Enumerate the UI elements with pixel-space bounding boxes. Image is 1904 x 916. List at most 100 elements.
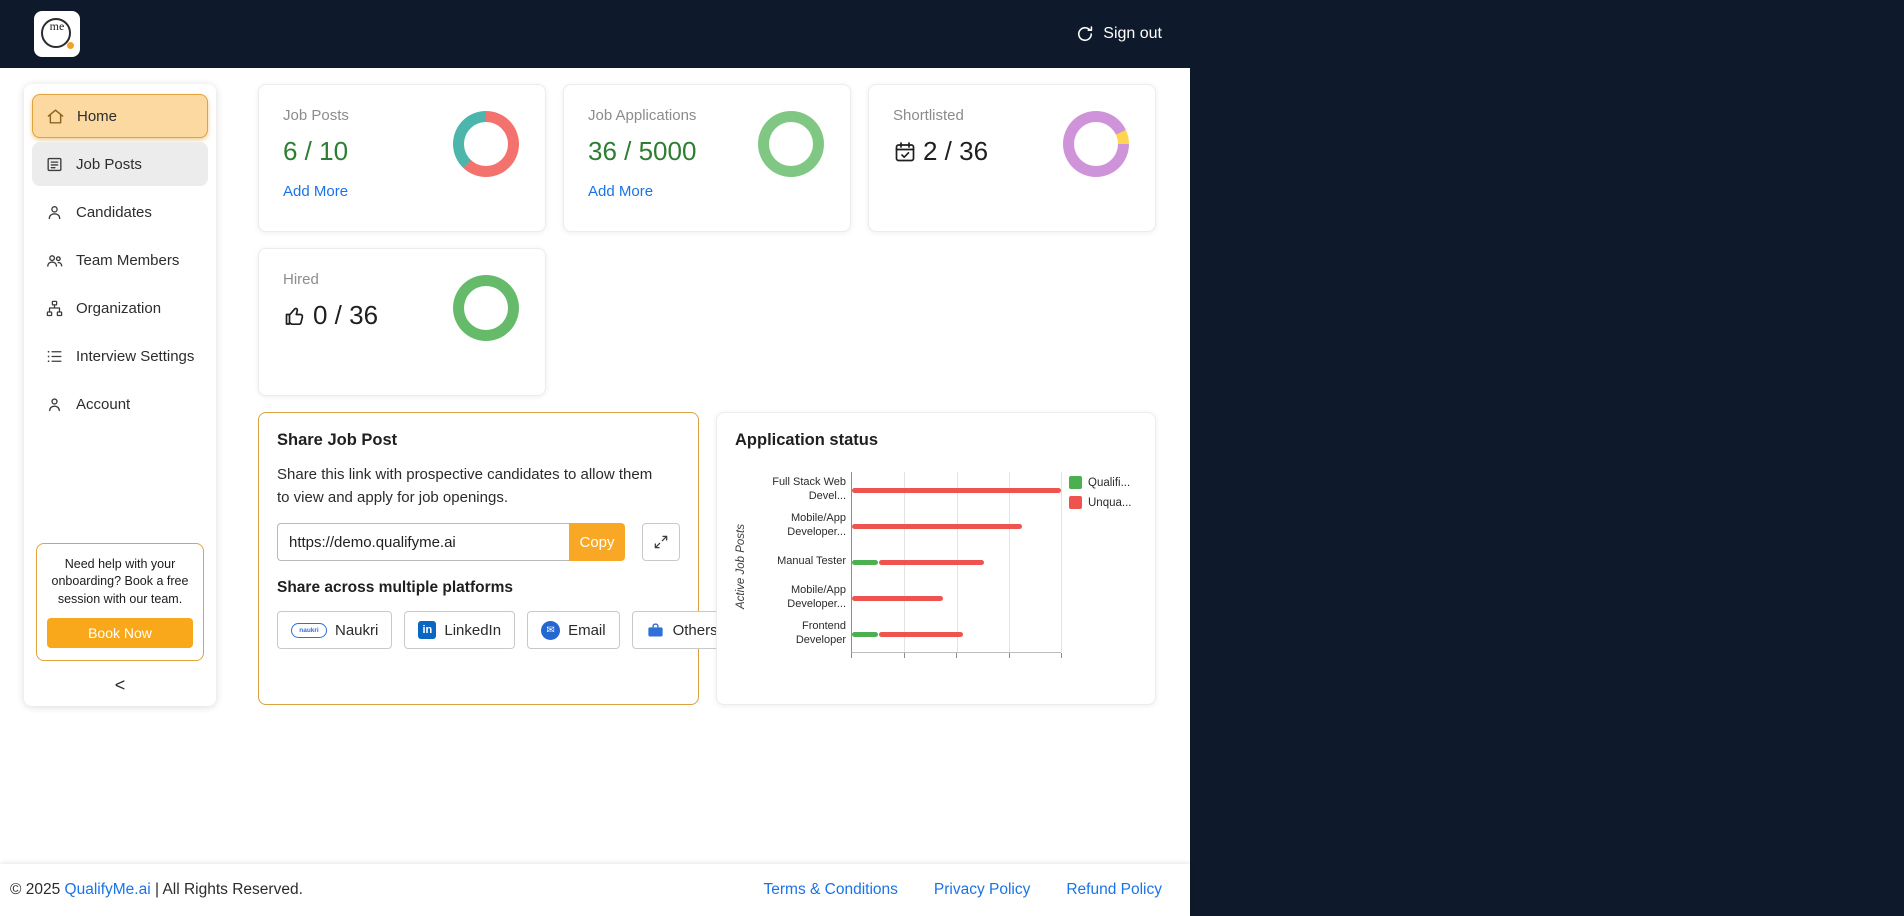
- content-area: Home Job Posts Candidates Team Members O…: [0, 68, 1190, 864]
- chart-category-label: Frontend Developer: [795, 620, 846, 646]
- shortlisted-donut-chart: [1063, 111, 1129, 177]
- stat-value-text: 2 / 36: [923, 136, 989, 166]
- app-window: me Sign out Home Job Posts Candidates Te…: [0, 0, 1190, 916]
- onboarding-help-box: Need help with your onboarding? Book a f…: [36, 542, 204, 661]
- people-icon: [44, 250, 64, 270]
- terms-link[interactable]: Terms & Conditions: [764, 881, 898, 899]
- platforms-heading: Share across multiple platforms: [277, 579, 514, 596]
- logout-icon: [1075, 24, 1095, 44]
- sidebar-collapse-button[interactable]: <: [24, 675, 216, 696]
- share-job-post-card: Share Job Post Share this link with pros…: [258, 412, 732, 705]
- chart-bar-row: [852, 616, 1061, 652]
- platform-label: Naukri: [335, 621, 379, 639]
- sidebar-item-account[interactable]: Account: [32, 382, 208, 426]
- chart-x-axis-ticks: [851, 653, 1062, 661]
- share-url-input[interactable]: [277, 523, 569, 561]
- chart-gridline: [1061, 472, 1062, 652]
- stats-row-2: Hired 0 / 36: [258, 248, 1156, 396]
- legend-swatch-icon: [1069, 476, 1082, 489]
- chart-bar-segment: [852, 559, 879, 565]
- main-panel: Job Posts 6 / 10 Add More Job Applicatio…: [258, 84, 1156, 705]
- user-icon: [44, 394, 64, 414]
- sidebar-item-label: Interview Settings: [76, 347, 195, 365]
- chart-bar-row: [852, 508, 1061, 544]
- home-icon: [45, 106, 65, 126]
- chart-bar-segment: [879, 559, 984, 565]
- calendar-check-icon: [893, 140, 917, 164]
- chart-tick: [1008, 653, 1010, 658]
- logo-dot-icon: [67, 42, 74, 49]
- chart-category-label: Mobile/App Developer...: [787, 584, 846, 610]
- chart-bar-row: [852, 580, 1061, 616]
- copyright-prefix: © 2025: [10, 881, 65, 898]
- naukri-icon: naukri: [291, 622, 327, 638]
- list-icon: [44, 346, 64, 366]
- sidebar-item-label: Candidates: [76, 203, 152, 221]
- footer: © 2025 QualifyMe.ai | All Rights Reserve…: [0, 864, 1190, 916]
- sidebar-item-organization[interactable]: Organization: [32, 286, 208, 330]
- sidebar-item-label: Organization: [76, 299, 162, 317]
- platform-label: Email: [568, 621, 606, 639]
- linkedin-icon: in: [418, 621, 437, 639]
- chart-bar-row: [852, 472, 1061, 508]
- refund-link[interactable]: Refund Policy: [1066, 881, 1162, 899]
- copy-button[interactable]: Copy: [569, 523, 625, 561]
- sidebar-item-interview-settings[interactable]: Interview Settings: [32, 334, 208, 378]
- sidebar-item-team-members[interactable]: Team Members: [32, 238, 208, 282]
- chart-category-label: Mobile/App Developer...: [787, 512, 846, 538]
- chart-bar-segment: [852, 595, 944, 601]
- briefcase-icon: [646, 621, 665, 640]
- stat-card-hired: Hired 0 / 36: [258, 248, 546, 396]
- top-navbar: me Sign out: [0, 0, 1190, 68]
- share-link-row: Copy: [277, 523, 680, 561]
- chart-bar-segment: [879, 631, 963, 637]
- brand-link[interactable]: QualifyMe.ai: [65, 881, 151, 898]
- legend-label: Unqua...: [1088, 496, 1132, 509]
- share-linkedin-button[interactable]: in LinkedIn: [404, 611, 516, 649]
- legend-item: Unqua...: [1069, 496, 1141, 509]
- chart-bar-segment: [852, 631, 879, 637]
- legend-swatch-icon: [1069, 496, 1082, 509]
- privacy-link[interactable]: Privacy Policy: [934, 881, 1030, 899]
- book-now-button[interactable]: Book Now: [47, 618, 193, 648]
- sidebar-item-home[interactable]: Home: [32, 94, 208, 138]
- platform-label: LinkedIn: [444, 621, 502, 639]
- stat-value-text: 0 / 36: [313, 300, 379, 330]
- sidebar-item-label: Account: [76, 395, 131, 413]
- share-email-button[interactable]: ✉ Email: [527, 611, 620, 649]
- sitemap-icon: [44, 298, 64, 318]
- chart-category-label: Full Stack Web Devel...: [772, 476, 846, 502]
- sign-out-button[interactable]: Sign out: [1075, 24, 1162, 44]
- platform-label: Others: [672, 621, 718, 639]
- application-status-card: Application status Active Job Posts Full…: [716, 412, 1156, 705]
- chart-tick: [956, 653, 957, 658]
- sidebar-item-candidates[interactable]: Candidates: [32, 190, 208, 234]
- legend-item: Qualifi...: [1069, 476, 1141, 489]
- footer-links: Terms & Conditions Privacy Policy Refund…: [764, 881, 1163, 899]
- platform-buttons-row: naukri Naukri in LinkedIn ✉ Email Others: [277, 611, 732, 649]
- sidebar-item-job-posts[interactable]: Job Posts: [32, 142, 208, 186]
- chart-bar-row: [852, 544, 1061, 580]
- application-status-chart: Active Job Posts Full Stack Web Devel...…: [735, 472, 1141, 661]
- bottom-row: Share Job Post Share this link with pros…: [258, 412, 1156, 705]
- chart-bar-segment: [852, 523, 1022, 529]
- legend-label: Qualifi...: [1088, 476, 1131, 489]
- stat-card-job-posts: Job Posts 6 / 10 Add More: [258, 84, 546, 232]
- hired-donut-chart: [453, 275, 519, 341]
- add-more-link[interactable]: Add More: [283, 183, 348, 200]
- job-applications-donut-chart: [758, 111, 824, 177]
- add-more-link[interactable]: Add More: [588, 183, 653, 200]
- share-naukri-button[interactable]: naukri Naukri: [277, 611, 393, 649]
- sign-out-label: Sign out: [1103, 25, 1162, 42]
- chart-title: Application status: [735, 431, 879, 449]
- expand-button[interactable]: [642, 523, 680, 561]
- stat-card-shortlisted: Shortlisted 2 / 36: [868, 84, 1156, 232]
- share-description: Share this link with prospective candida…: [277, 466, 653, 506]
- share-card-title: Share Job Post: [277, 431, 398, 449]
- qualifyme-logo[interactable]: me: [34, 11, 80, 57]
- copyright-text: © 2025 QualifyMe.ai | All Rights Reserve…: [10, 881, 303, 899]
- sidebar-item-label: Job Posts: [76, 155, 142, 173]
- expand-icon: [653, 534, 669, 550]
- sidebar-item-label: Home: [77, 107, 118, 125]
